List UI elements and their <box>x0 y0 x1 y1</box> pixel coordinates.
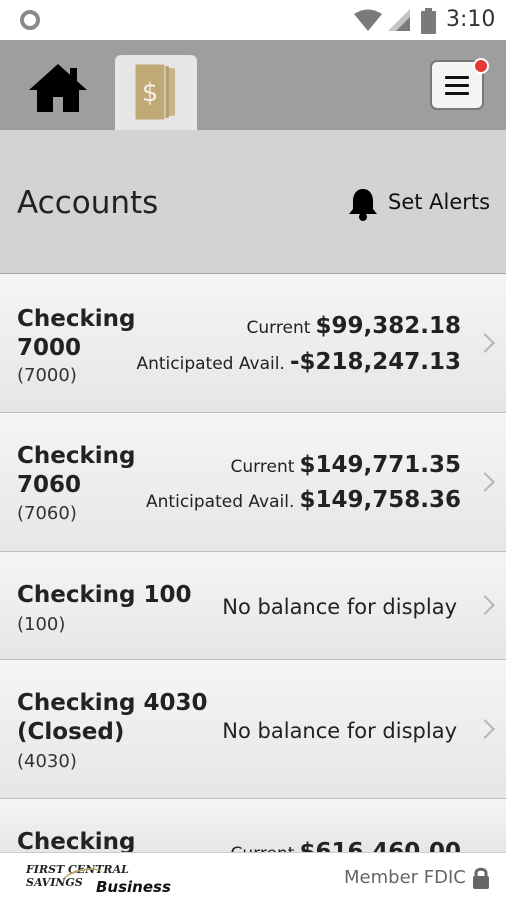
anticipated-balance: Anticipated Avail. -$218,247.13 <box>136 349 461 375</box>
current-label: Current <box>230 457 295 477</box>
chevron-right-icon <box>475 595 495 615</box>
anticipated-amount: -$218,247.13 <box>289 349 461 375</box>
current-amount: $149,771.35 <box>299 452 461 478</box>
no-balance-text: No balance for display <box>222 719 457 743</box>
svg-text:$: $ <box>142 78 159 108</box>
account-name: Checking 7000 <box>17 305 136 363</box>
footer: FIRST CENTRAL SAVINGS Business Member FD… <box>0 852 506 901</box>
anticipated-label: Anticipated Avail. <box>136 354 285 374</box>
account-name: Checking 4030 (Closed) <box>17 689 208 747</box>
account-number: (7060) <box>17 503 77 524</box>
account-name-line1: Checking <box>17 306 136 332</box>
bell-icon[interactable] <box>346 187 380 221</box>
chevron-right-icon <box>475 333 495 353</box>
account-name-line1: Checking <box>17 443 136 469</box>
account-row[interactable]: Checking 100 (100) No balance for displa… <box>0 552 506 660</box>
account-number: (7000) <box>17 365 77 386</box>
account-row[interactable]: Checking 7060 (7060) Current $149,771.35… <box>0 413 506 552</box>
page-title: Accounts <box>17 185 159 221</box>
bank-logo: FIRST CENTRAL SAVINGS Business <box>26 863 186 896</box>
current-label: Current <box>246 318 311 338</box>
account-name-line2: 7060 <box>17 472 82 498</box>
current-balance: Current $99,382.18 <box>247 313 461 339</box>
hamburger-menu-icon <box>445 76 469 100</box>
home-icon[interactable] <box>27 62 89 114</box>
account-row[interactable]: Checking Current $616,460.00 <box>0 799 506 865</box>
account-name: Checking 100 <box>17 582 192 608</box>
tab-accounts[interactable]: $ <box>115 55 197 130</box>
current-amount: $99,382.18 <box>315 313 461 339</box>
status-bar: 3:10 <box>0 0 506 40</box>
page-header: Accounts Set Alerts <box>0 130 506 274</box>
menu-notification-badge <box>473 58 489 74</box>
anticipated-label: Anticipated Avail. <box>146 492 295 512</box>
account-name-line2: 7000 <box>17 335 82 361</box>
no-balance-text: No balance for display <box>222 595 457 619</box>
money-stack-icon: $ <box>134 64 175 121</box>
account-number: (100) <box>17 614 66 635</box>
anticipated-amount: $149,758.36 <box>299 487 461 513</box>
fdic-label: Member FDIC <box>344 867 466 888</box>
account-row[interactable]: Checking 4030 (Closed) (4030) No balance… <box>0 660 506 799</box>
chevron-right-icon <box>475 472 495 492</box>
current-balance: Current $149,771.35 <box>231 452 461 478</box>
notification-dot-icon <box>20 10 40 30</box>
account-name: Checking 7060 <box>17 442 136 500</box>
account-name-line1: Checking 4030 <box>17 690 208 716</box>
cell-signal-icon <box>388 9 410 31</box>
anticipated-balance: Anticipated Avail. $149,758.36 <box>146 487 461 513</box>
battery-icon <box>421 8 436 34</box>
account-row[interactable]: Checking 7000 (7000) Current $99,382.18 … <box>0 274 506 413</box>
account-name-line2: (Closed) <box>17 719 125 745</box>
set-alerts-button[interactable]: Set Alerts <box>388 190 490 214</box>
account-number: (4030) <box>17 751 77 772</box>
clock: 3:10 <box>446 7 496 32</box>
lock-icon <box>473 867 489 889</box>
wifi-icon <box>354 9 382 31</box>
logo-line2: Business <box>96 878 171 896</box>
chevron-right-icon <box>475 719 495 739</box>
top-nav-bar: $ <box>0 40 506 130</box>
